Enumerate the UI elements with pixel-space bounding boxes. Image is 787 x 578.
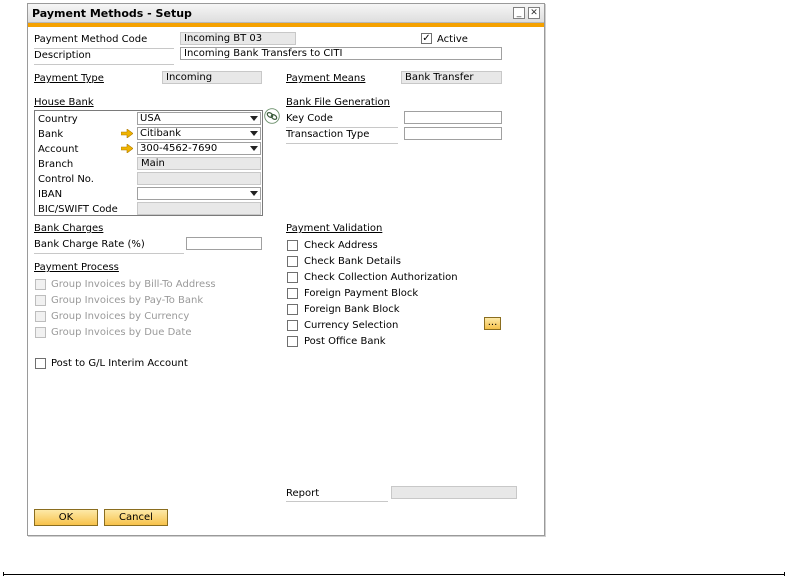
payment-type-field[interactable]: Incoming [162, 71, 262, 84]
post-office-bank-label: Post Office Bank [304, 336, 386, 347]
transaction-type-field[interactable] [404, 127, 502, 140]
link-chain-icon[interactable] [264, 108, 280, 124]
link-arrow-icon[interactable] [121, 144, 133, 153]
country-dropdown[interactable]: USA [137, 112, 261, 125]
ok-button[interactable]: OK [34, 509, 98, 526]
minimize-icon[interactable]: _ [513, 7, 525, 19]
bank-charge-rate-label: Bank Charge Rate (%) [34, 239, 145, 250]
bottom-divider-right-tick [784, 572, 785, 576]
group-pay-to-label: Group Invoices by Pay-To Bank [51, 295, 204, 306]
iban-label: IBAN [38, 189, 63, 200]
post-gl-interim-label: Post to G/L Interim Account [51, 358, 188, 369]
check-collection-auth-label: Check Collection Authorization [304, 272, 458, 283]
bic-swift-field[interactable] [137, 202, 261, 215]
active-label: Active [437, 34, 468, 45]
chevron-down-icon [250, 191, 258, 196]
code-field[interactable]: Incoming BT 03 [180, 32, 296, 45]
bottom-divider-left-tick [3, 572, 4, 576]
window-title: Payment Methods - Setup [32, 7, 192, 20]
check-address-checkbox[interactable] [287, 240, 298, 251]
foreign-payment-block-label: Foreign Payment Block [304, 288, 419, 299]
control-no-field[interactable] [137, 172, 261, 185]
group-currency-checkbox[interactable] [35, 311, 46, 322]
key-code-label: Key Code [286, 113, 333, 124]
house-bank-title: House Bank [34, 97, 94, 108]
bottom-divider [3, 574, 785, 575]
check-bank-details-label: Check Bank Details [304, 256, 401, 267]
check-collection-auth-checkbox[interactable] [287, 272, 298, 283]
foreign-payment-block-checkbox[interactable] [287, 288, 298, 299]
cancel-button[interactable]: Cancel [104, 509, 168, 526]
branch-field[interactable]: Main [137, 157, 261, 170]
payment-means-field[interactable]: Bank Transfer [401, 71, 502, 84]
currency-selection-label: Currency Selection [304, 320, 399, 331]
group-due-date-checkbox[interactable] [35, 327, 46, 338]
transaction-type-underline [286, 143, 398, 144]
key-code-field[interactable] [404, 111, 502, 124]
link-arrow-icon[interactable] [121, 129, 133, 138]
account-label: Account [38, 144, 79, 155]
bank-label: Bank [38, 129, 64, 140]
transaction-type-label: Transaction Type [286, 129, 370, 140]
check-address-label: Check Address [304, 240, 378, 251]
payment-validation-title: Payment Validation [286, 223, 383, 234]
report-underline [286, 501, 388, 502]
group-bill-to-label: Group Invoices by Bill-To Address [51, 279, 216, 290]
currency-selection-more-button[interactable]: ... [484, 317, 501, 330]
report-field[interactable] [391, 486, 517, 499]
description-label: Description [34, 50, 91, 61]
report-label: Report [286, 488, 320, 499]
chevron-down-icon [250, 116, 258, 121]
bank-charges-title: Bank Charges [34, 223, 104, 234]
chevron-down-icon [250, 146, 258, 151]
account-dropdown[interactable]: 300-4562-7690 [137, 142, 261, 155]
foreign-bank-block-label: Foreign Bank Block [304, 304, 400, 315]
bank-dropdown[interactable]: Citibank [137, 127, 261, 140]
group-currency-label: Group Invoices by Currency [51, 311, 190, 322]
bank-file-title: Bank File Generation [286, 97, 390, 108]
bank-value: Citibank [140, 128, 182, 139]
post-gl-interim-checkbox[interactable] [35, 358, 46, 369]
description-field[interactable]: Incoming Bank Transfers to CITI [180, 47, 502, 60]
country-value: USA [140, 113, 161, 124]
group-due-date-label: Group Invoices by Due Date [51, 327, 192, 338]
bank-charge-rate-underline [34, 253, 184, 254]
title-accent-line [28, 23, 544, 27]
active-checkbox[interactable]: ✓ [421, 33, 432, 44]
code-label: Payment Method Code [34, 34, 148, 45]
group-pay-to-checkbox[interactable] [35, 295, 46, 306]
house-bank-box: Country USA Bank Citibank Account 300-45… [34, 110, 263, 216]
iban-dropdown[interactable] [137, 187, 261, 200]
title-bar[interactable]: Payment Methods - Setup _ ✕ [28, 4, 544, 23]
code-label-underline [34, 48, 174, 49]
chevron-down-icon [250, 131, 258, 136]
description-label-underline [34, 64, 174, 65]
foreign-bank-block-checkbox[interactable] [287, 304, 298, 315]
key-code-underline [286, 127, 398, 128]
control-no-label: Control No. [38, 174, 94, 185]
bic-swift-label: BIC/SWIFT Code [38, 204, 118, 215]
group-bill-to-checkbox[interactable] [35, 279, 46, 290]
country-label: Country [38, 114, 78, 125]
check-bank-details-checkbox[interactable] [287, 256, 298, 267]
close-icon[interactable]: ✕ [528, 7, 540, 19]
payment-type-label: Payment Type [34, 73, 104, 84]
branch-label: Branch [38, 159, 74, 170]
payment-methods-window: Payment Methods - Setup _ ✕ Payment Meth… [27, 3, 545, 536]
bank-charge-rate-field[interactable] [186, 237, 262, 250]
payment-means-label: Payment Means [286, 73, 366, 84]
account-value: 300-4562-7690 [140, 143, 218, 154]
payment-process-title: Payment Process [34, 262, 119, 273]
currency-selection-checkbox[interactable] [287, 320, 298, 331]
post-office-bank-checkbox[interactable] [287, 336, 298, 347]
